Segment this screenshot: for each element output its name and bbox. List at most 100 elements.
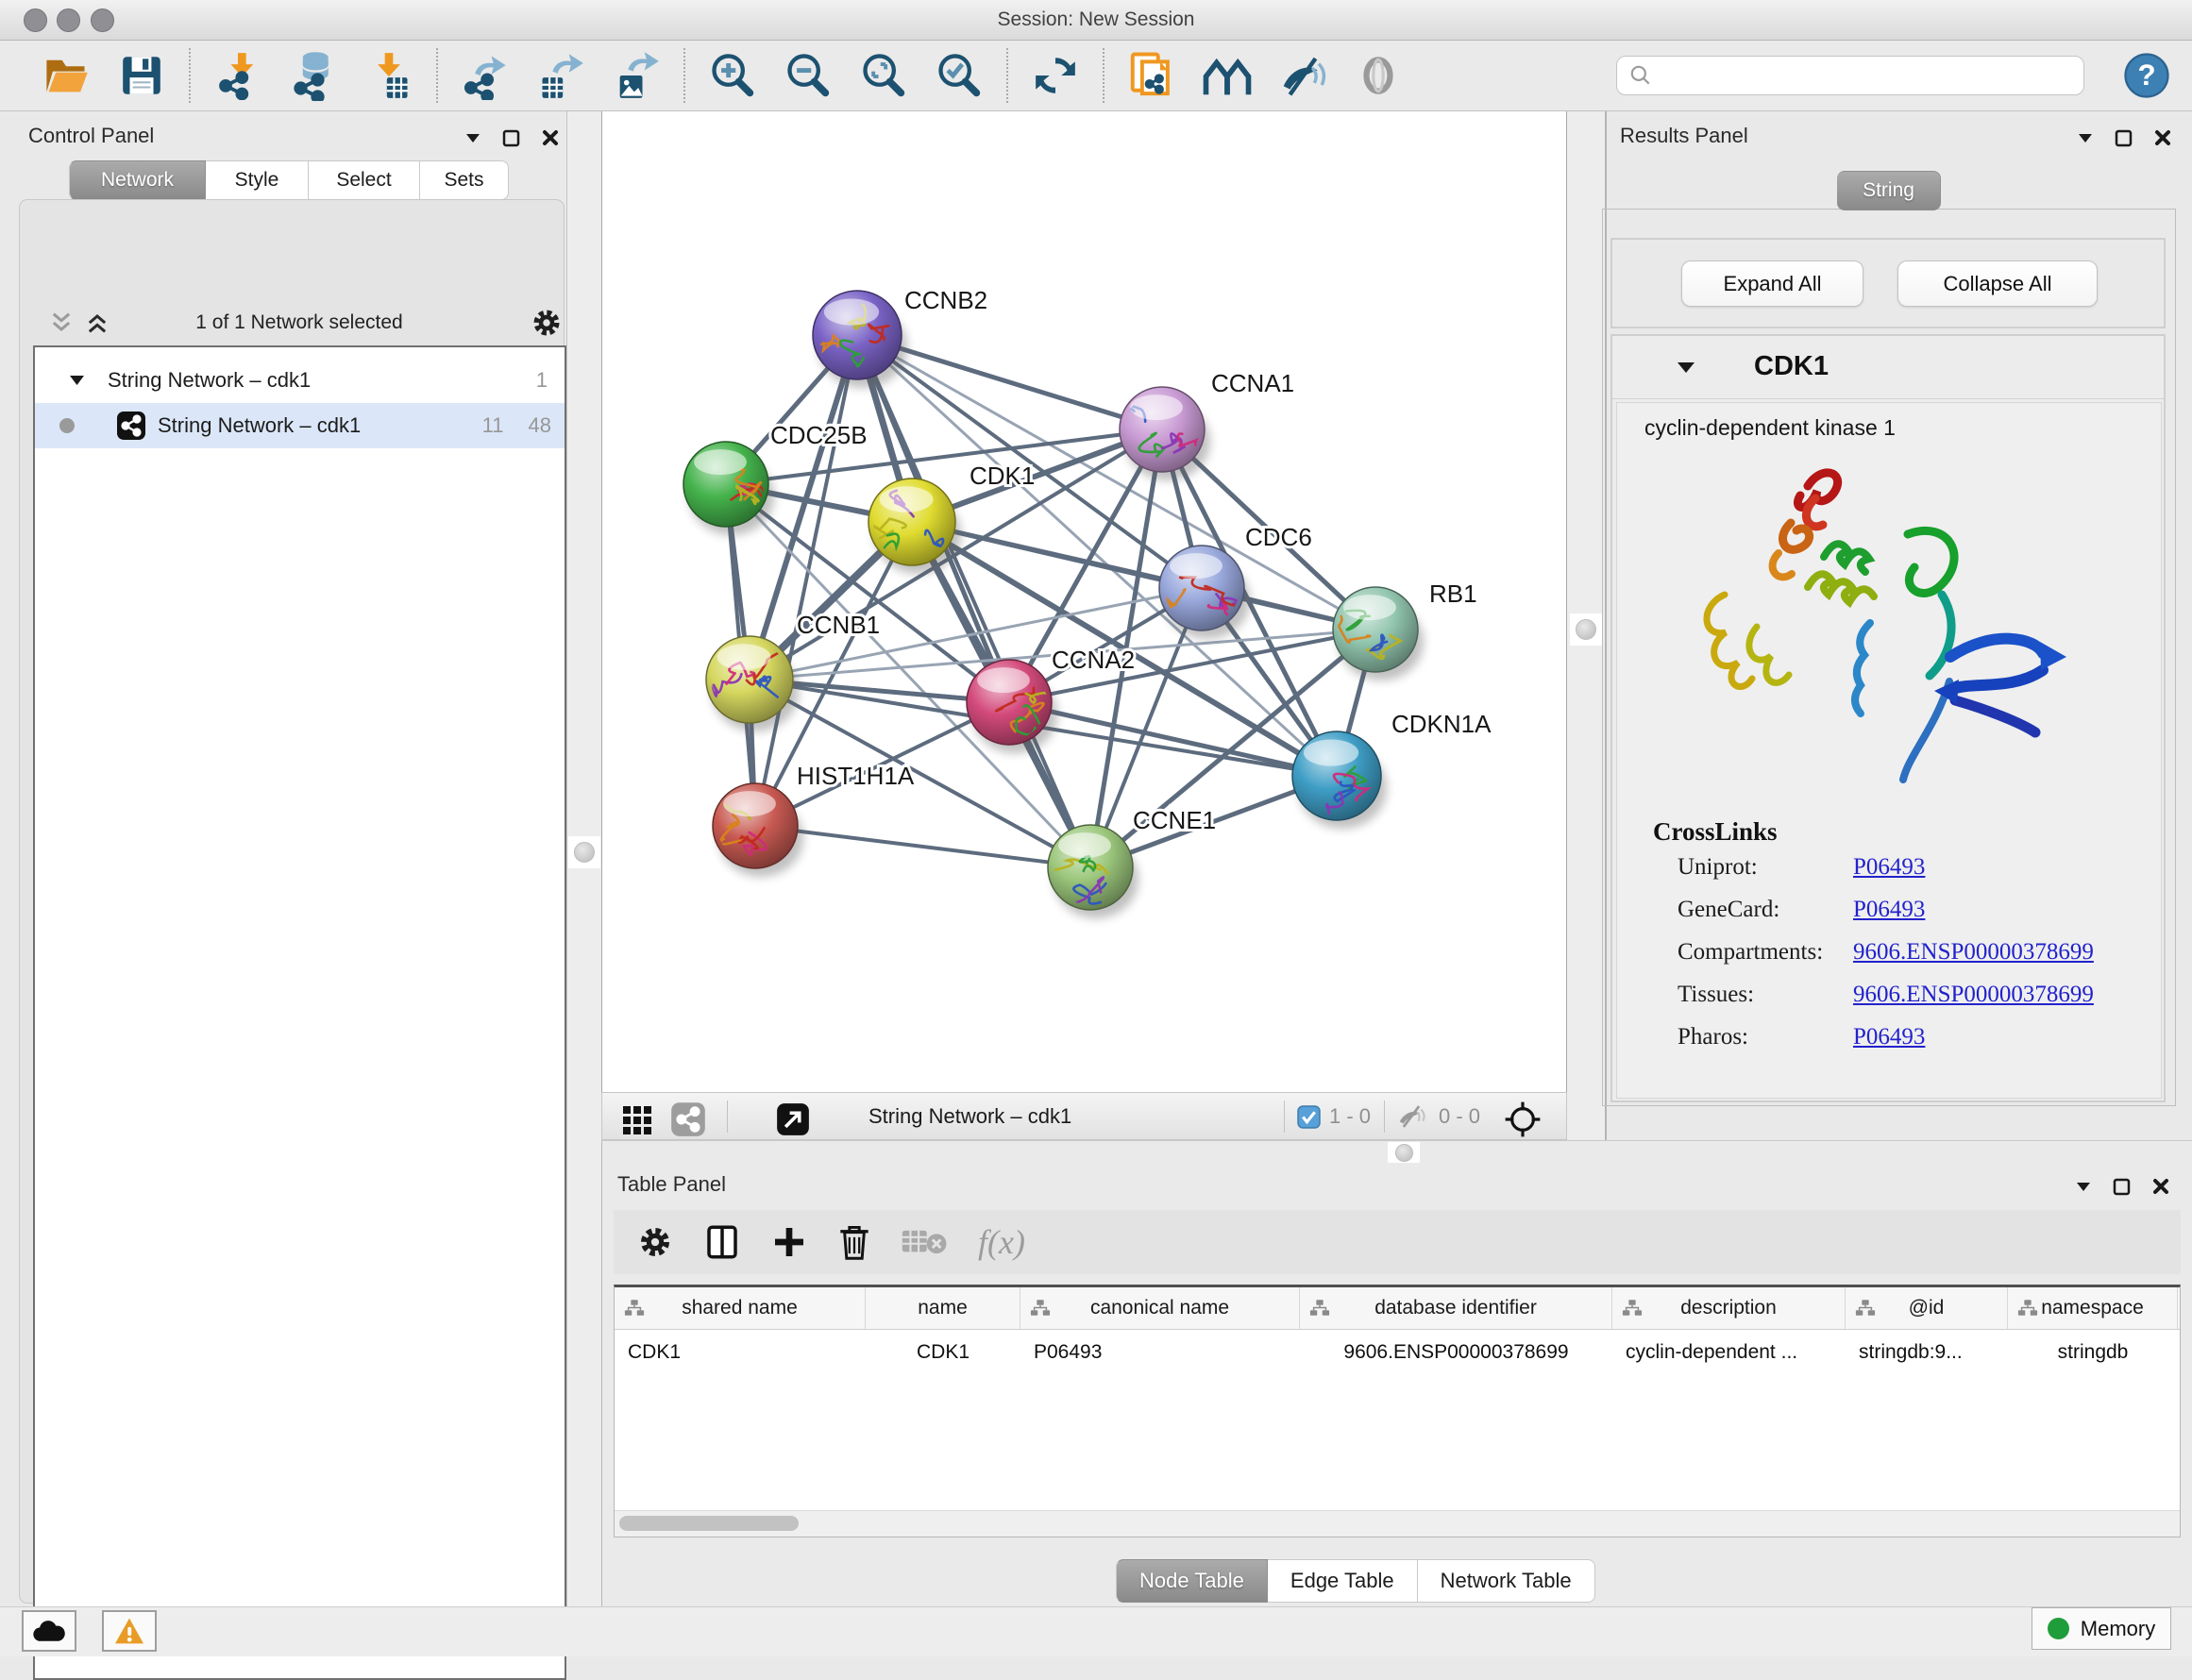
open-session-button[interactable] bbox=[40, 47, 93, 104]
selected-checkbox[interactable] bbox=[1297, 1105, 1321, 1134]
column-header-shared-name[interactable]: shared name bbox=[615, 1287, 866, 1329]
divider-grip[interactable] bbox=[1570, 613, 1602, 646]
crosslink-link[interactable]: 9606.ENSP00000378699 bbox=[1853, 982, 2094, 1008]
table-horizontal-scrollbar[interactable] bbox=[615, 1510, 2180, 1537]
table-cell[interactable]: P06493 bbox=[1020, 1330, 1300, 1375]
table-options-button[interactable] bbox=[636, 1223, 674, 1261]
help-button[interactable]: ? bbox=[2120, 47, 2173, 104]
table-row[interactable]: CDK1CDK1P064939606.ENSP00000378699cyclin… bbox=[615, 1330, 2180, 1375]
grid-view-button[interactable] bbox=[619, 1100, 657, 1138]
collapse-all-networks-button[interactable] bbox=[46, 308, 76, 338]
network-node-ccna1[interactable]: CCNA1 bbox=[1110, 369, 1294, 480]
panel-close-button[interactable] bbox=[2150, 1175, 2172, 1198]
left-panel-divider[interactable] bbox=[566, 111, 602, 1606]
network-options-button[interactable] bbox=[528, 304, 565, 342]
function-builder-button[interactable]: f(x) bbox=[978, 1222, 1025, 1262]
crosslink-link[interactable]: P06493 bbox=[1853, 1024, 1925, 1050]
show-hide-button[interactable] bbox=[1276, 47, 1329, 104]
birdseye-view-button[interactable] bbox=[1501, 1098, 1544, 1141]
panel-menu-button[interactable] bbox=[2075, 130, 2096, 145]
cloud-status-button[interactable] bbox=[22, 1610, 76, 1652]
import-table-file-button[interactable] bbox=[363, 47, 415, 104]
network-node-rb1[interactable]: RB1 bbox=[1320, 580, 1476, 680]
network-row-selected[interactable]: String Network – cdk1 11 48 bbox=[35, 403, 565, 448]
expand-all-networks-button[interactable] bbox=[82, 308, 112, 338]
panel-close-button[interactable] bbox=[2151, 126, 2174, 149]
column-header-canonical-name[interactable]: canonical name bbox=[1020, 1287, 1300, 1329]
warning-status-button[interactable] bbox=[102, 1610, 157, 1652]
search-field[interactable] bbox=[1616, 56, 2084, 95]
tab-style[interactable]: Style bbox=[206, 160, 309, 200]
annotations-button[interactable] bbox=[1125, 47, 1178, 104]
import-network-file-button[interactable] bbox=[211, 47, 264, 104]
network-edge[interactable] bbox=[1009, 702, 1337, 776]
network-node-hist1h1a[interactable]: HIST1H1A bbox=[695, 762, 915, 877]
table-cell[interactable]: stringdb:9... bbox=[1846, 1330, 2008, 1375]
column-header-name[interactable]: name bbox=[866, 1287, 1020, 1329]
column-header-database-identifier[interactable]: database identifier bbox=[1300, 1287, 1612, 1329]
zoom-fit-button[interactable] bbox=[857, 47, 910, 104]
panel-float-button[interactable] bbox=[2111, 1176, 2133, 1198]
search-input[interactable] bbox=[1653, 64, 2083, 88]
network-node-cdkn1a[interactable]: CDKN1A bbox=[1292, 710, 1492, 829]
network-edge[interactable] bbox=[755, 335, 857, 826]
tab-node-table[interactable]: Node Table bbox=[1116, 1559, 1268, 1603]
level-of-detail-button[interactable] bbox=[1352, 47, 1405, 104]
crosslink-link[interactable]: P06493 bbox=[1853, 854, 1925, 881]
right-panel-divider[interactable] bbox=[1567, 111, 1605, 1140]
zoom-in-button[interactable] bbox=[706, 47, 759, 104]
table-cell[interactable]: CDK1 bbox=[615, 1330, 866, 1375]
expand-all-button[interactable]: Expand All bbox=[1681, 260, 1863, 307]
delete-column-button[interactable] bbox=[836, 1222, 872, 1262]
crosslink-link[interactable]: 9606.ENSP00000378699 bbox=[1853, 939, 2094, 966]
table-cell[interactable]: 9606.ENSP00000378699 bbox=[1300, 1330, 1612, 1375]
tab-edge-table[interactable]: Edge Table bbox=[1268, 1559, 1418, 1603]
panel-float-button[interactable] bbox=[500, 127, 522, 149]
export-network-button[interactable] bbox=[459, 47, 512, 104]
network-view-button[interactable] bbox=[668, 1100, 708, 1139]
import-network-database-button[interactable] bbox=[287, 47, 340, 104]
export-table-icon bbox=[536, 51, 585, 100]
network-canvas[interactable]: CCNB2CCNA1CDC25BCDK1CDC6RB1CCNB1CCNA2CDK… bbox=[601, 111, 1567, 1092]
network-node-ccne1[interactable]: CCNE1 bbox=[1048, 806, 1216, 918]
divider-grip[interactable] bbox=[1388, 1142, 1420, 1163]
save-session-button[interactable] bbox=[115, 47, 168, 104]
memory-button[interactable]: Memory bbox=[2032, 1607, 2171, 1650]
collapse-all-button[interactable]: Collapse All bbox=[1897, 260, 2098, 307]
network-edge[interactable] bbox=[857, 335, 1375, 630]
panel-menu-button[interactable] bbox=[2073, 1179, 2094, 1194]
tab-string[interactable]: String bbox=[1837, 171, 1941, 210]
network-collection-row[interactable]: String Network – cdk1 1 bbox=[35, 358, 565, 403]
table-cell[interactable]: CDK1 bbox=[866, 1330, 1020, 1375]
network-edge[interactable] bbox=[755, 826, 1090, 867]
column-header-namespace[interactable]: namespace bbox=[2008, 1287, 2178, 1329]
table-cell[interactable]: stringdb bbox=[2008, 1330, 2178, 1375]
protein-section-header[interactable]: CDK1 bbox=[1612, 336, 2164, 399]
zoom-out-button[interactable] bbox=[782, 47, 835, 104]
tab-sets[interactable]: Sets bbox=[420, 160, 509, 200]
first-neighbors-button[interactable] bbox=[1201, 47, 1254, 104]
table-cell[interactable]: cyclin-dependent ... bbox=[1612, 1330, 1846, 1375]
export-table-button[interactable] bbox=[534, 47, 587, 104]
network-node-cdk1[interactable]: CDK1 bbox=[868, 462, 1035, 574]
panel-menu-button[interactable] bbox=[463, 130, 483, 145]
tab-network-table[interactable]: Network Table bbox=[1418, 1559, 1595, 1603]
show-columns-button[interactable] bbox=[702, 1222, 742, 1262]
panel-close-button[interactable] bbox=[539, 126, 562, 149]
export-image-button[interactable] bbox=[610, 47, 663, 104]
tab-network[interactable]: Network bbox=[69, 160, 206, 200]
scrollbar-thumb[interactable] bbox=[619, 1516, 799, 1531]
delete-table-button[interactable] bbox=[901, 1224, 950, 1260]
hidden-toggle[interactable] bbox=[1395, 1102, 1427, 1135]
apply-layout-button[interactable] bbox=[1029, 47, 1082, 104]
zoom-selected-button[interactable] bbox=[933, 47, 986, 104]
open-in-window-button[interactable] bbox=[774, 1100, 812, 1138]
column-header-description[interactable]: description bbox=[1612, 1287, 1846, 1329]
divider-grip[interactable] bbox=[568, 836, 600, 868]
crosslink-link[interactable]: P06493 bbox=[1853, 897, 1925, 923]
column-header--id[interactable]: @id bbox=[1846, 1287, 2008, 1329]
tab-select[interactable]: Select bbox=[309, 160, 420, 200]
panel-float-button[interactable] bbox=[2113, 127, 2134, 149]
create-column-button[interactable] bbox=[770, 1223, 808, 1261]
network-node-ccnb2[interactable]: CCNB2 bbox=[813, 286, 987, 388]
